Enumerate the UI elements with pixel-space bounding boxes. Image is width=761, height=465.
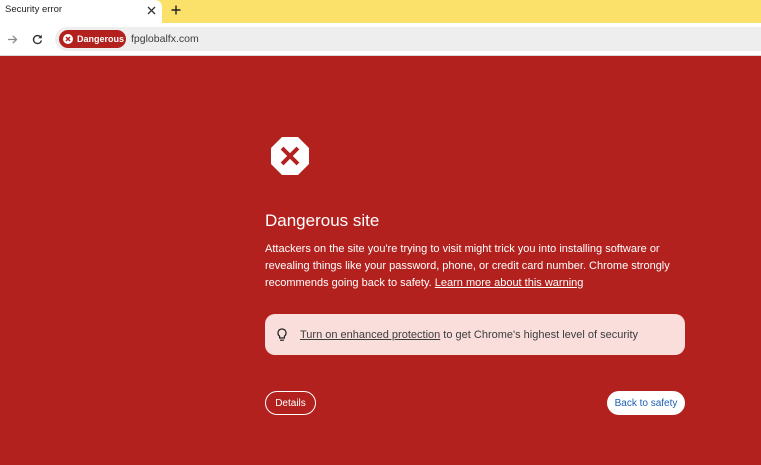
- page-title: Dangerous site: [265, 211, 380, 230]
- stop-sign-x-icon: [271, 137, 309, 175]
- learn-more-link[interactable]: Learn more about this warning: [435, 277, 584, 289]
- enhanced-protection-link[interactable]: Turn on enhanced protection: [300, 329, 440, 341]
- reload-icon[interactable]: [29, 31, 45, 47]
- enhanced-protection-text: to get Chrome's highest level of securit…: [440, 328, 638, 341]
- plus-icon[interactable]: [168, 2, 184, 18]
- interstitial-page: Dangerous site Attackers on the site you…: [0, 57, 761, 465]
- tab-strip: Security error: [0, 0, 761, 23]
- lightbulb-icon: [276, 327, 288, 342]
- enhanced-protection-banner: Turn on enhanced protection to get Chrom…: [265, 314, 685, 355]
- warning-description: Attackers on the site you're trying to v…: [265, 241, 695, 292]
- url-text[interactable]: fpglobalfx.com: [131, 33, 199, 45]
- address-bar[interactable]: Dangerous fpglobalfx.com: [55, 27, 761, 51]
- danger-x-icon: [63, 34, 73, 44]
- forward-arrow-icon[interactable]: [4, 31, 20, 47]
- back-to-safety-button[interactable]: Back to safety: [607, 391, 685, 415]
- close-icon[interactable]: [144, 3, 158, 17]
- security-chip-label: Dangerous: [77, 34, 125, 44]
- tab-title: Security error: [5, 4, 63, 15]
- tab-security-error[interactable]: Security error: [0, 0, 162, 23]
- details-button[interactable]: Details: [265, 391, 316, 415]
- security-chip[interactable]: Dangerous: [59, 30, 126, 48]
- toolbar: Dangerous fpglobalfx.com: [0, 23, 761, 56]
